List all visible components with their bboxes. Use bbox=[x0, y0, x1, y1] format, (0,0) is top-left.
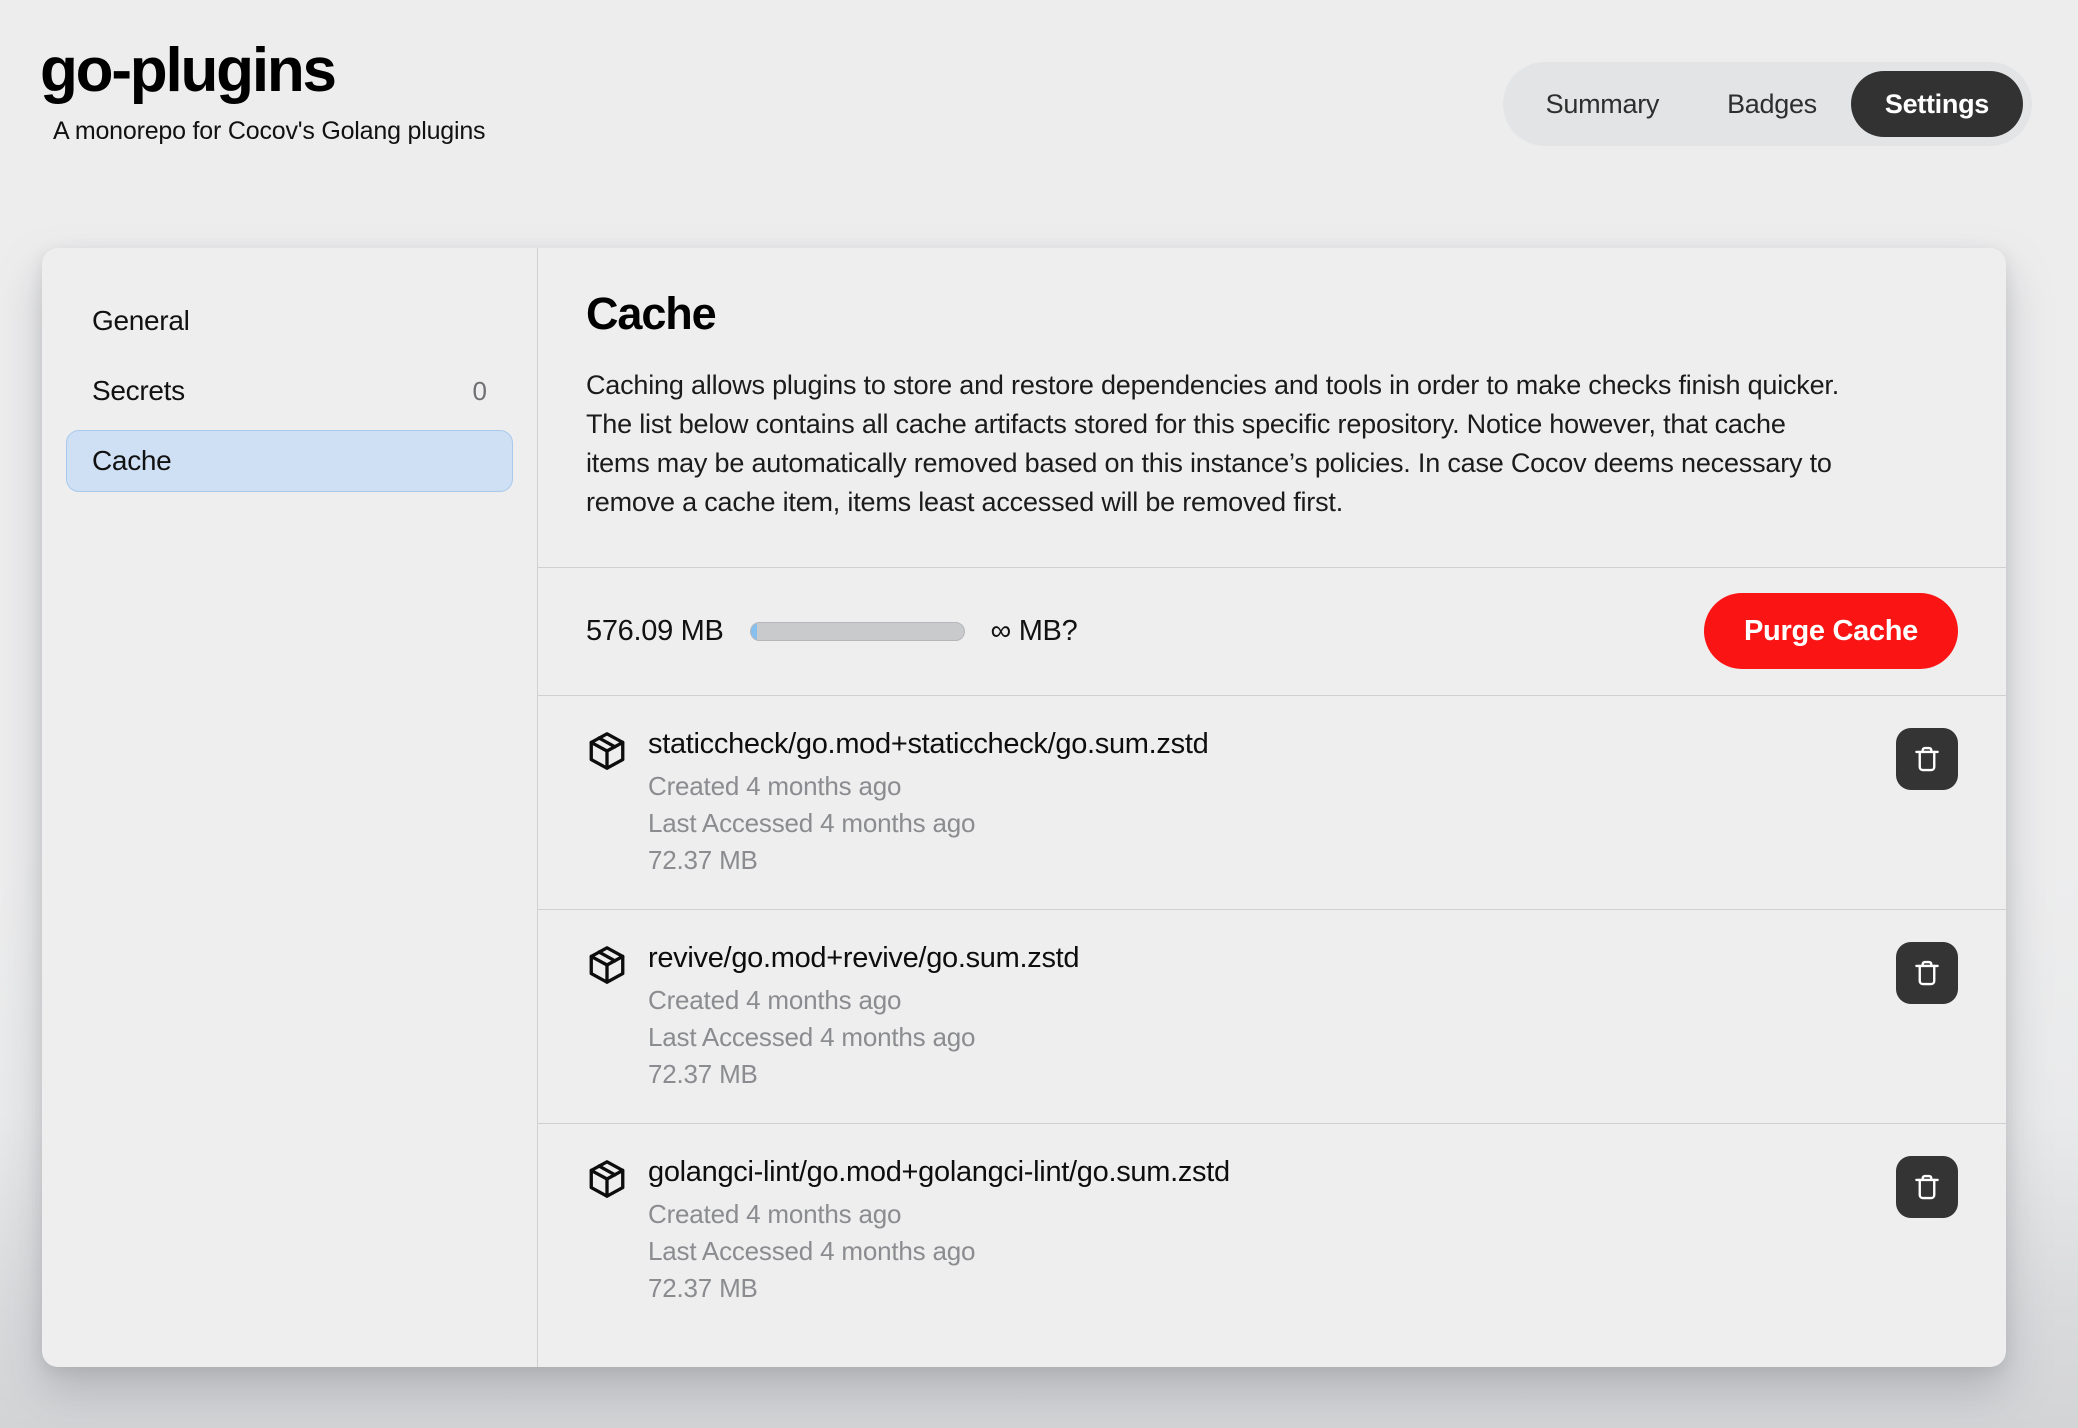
tab-badges[interactable]: Badges bbox=[1693, 71, 1851, 137]
trash-icon bbox=[1912, 744, 1942, 774]
cache-item-meta: revive/go.mod+revive/go.sum.zstd Created… bbox=[648, 940, 1896, 1093]
cache-item-name: revive/go.mod+revive/go.sum.zstd bbox=[648, 941, 1080, 974]
settings-sidebar: General Secrets 0 Cache bbox=[42, 248, 538, 1367]
section-title: Cache bbox=[586, 288, 717, 339]
cache-item-created: Created 4 months ago bbox=[648, 1198, 902, 1229]
cache-item-last-accessed: Last Accessed 4 months ago bbox=[648, 1235, 976, 1266]
page-header: go-plugins A monorepo for Cocov's Golang… bbox=[0, 0, 2078, 248]
cache-item-name: golangci-lint/go.mod+golangci-lint/go.su… bbox=[648, 1155, 1230, 1188]
section-description: Caching allows plugins to store and rest… bbox=[586, 370, 1840, 518]
delete-cache-item-button[interactable] bbox=[1896, 727, 1958, 790]
cache-item-meta: staticcheck/go.mod+staticcheck/go.sum.zs… bbox=[648, 726, 1896, 879]
sidebar-item-label: Secrets bbox=[92, 375, 185, 406]
page-subtitle: A monorepo for Cocov's Golang plugins bbox=[53, 117, 486, 145]
package-icon bbox=[586, 944, 628, 986]
page-title: go-plugins bbox=[40, 36, 337, 105]
delete-cache-item-button[interactable] bbox=[1896, 1155, 1958, 1218]
cache-item-created: Created 4 months ago bbox=[648, 984, 902, 1015]
cache-item-created: Created 4 months ago bbox=[648, 770, 902, 801]
title-block: go-plugins A monorepo for Cocov's Golang… bbox=[40, 36, 486, 146]
settings-content: Cache Caching allows plugins to store an… bbox=[538, 248, 2006, 1367]
purge-cache-button[interactable]: Purge Cache bbox=[1704, 593, 1958, 670]
cache-list-item[interactable]: golangci-lint/go.mod+golangci-lint/go.su… bbox=[538, 1124, 2006, 1338]
cache-max-size: ∞ MB? bbox=[990, 614, 1078, 647]
cache-usage-progressbar bbox=[749, 621, 965, 641]
tab-settings[interactable]: Settings bbox=[1850, 71, 2023, 137]
sidebar-item-cache[interactable]: Cache bbox=[66, 430, 513, 492]
cache-list-item[interactable]: revive/go.mod+revive/go.sum.zstd Created… bbox=[538, 910, 2006, 1124]
trash-icon bbox=[1912, 1172, 1942, 1202]
delete-cache-item-button[interactable] bbox=[1896, 941, 1958, 1004]
sidebar-item-label: Cache bbox=[92, 445, 172, 476]
cache-item-list: staticcheck/go.mod+staticcheck/go.sum.zs… bbox=[538, 696, 2006, 1367]
cache-item-size: 72.37 MB bbox=[648, 844, 758, 875]
cache-used-size: 576.09 MB bbox=[586, 614, 724, 647]
cache-item-last-accessed: Last Accessed 4 months ago bbox=[648, 807, 976, 838]
cache-usage-row: 576.09 MB ∞ MB? Purge Cache bbox=[538, 568, 2006, 696]
cache-item-name: staticcheck/go.mod+staticcheck/go.sum.zs… bbox=[648, 727, 1209, 760]
package-icon bbox=[586, 1158, 628, 1200]
settings-card: General Secrets 0 Cache Cache Caching al… bbox=[42, 248, 2006, 1367]
tab-summary[interactable]: Summary bbox=[1512, 71, 1693, 137]
sidebar-item-count: 0 bbox=[472, 375, 487, 406]
sidebar-item-general[interactable]: General bbox=[66, 290, 513, 352]
sidebar-item-label: General bbox=[92, 305, 190, 336]
sidebar-item-secrets[interactable]: Secrets 0 bbox=[66, 360, 513, 422]
cache-item-meta: golangci-lint/go.mod+golangci-lint/go.su… bbox=[648, 1154, 1896, 1307]
package-icon bbox=[586, 730, 628, 772]
cache-item-size: 72.37 MB bbox=[648, 1058, 758, 1089]
cache-item-last-accessed: Last Accessed 4 months ago bbox=[648, 1021, 976, 1052]
cache-usage-progress-fill bbox=[750, 622, 757, 640]
top-nav-tabs: Summary Badges Settings bbox=[1502, 62, 2032, 146]
cache-item-size: 72.37 MB bbox=[648, 1272, 758, 1303]
trash-icon bbox=[1912, 958, 1942, 988]
cache-section-header: Cache Caching allows plugins to store an… bbox=[538, 248, 2006, 568]
cache-list-item[interactable]: staticcheck/go.mod+staticcheck/go.sum.zs… bbox=[538, 696, 2006, 910]
